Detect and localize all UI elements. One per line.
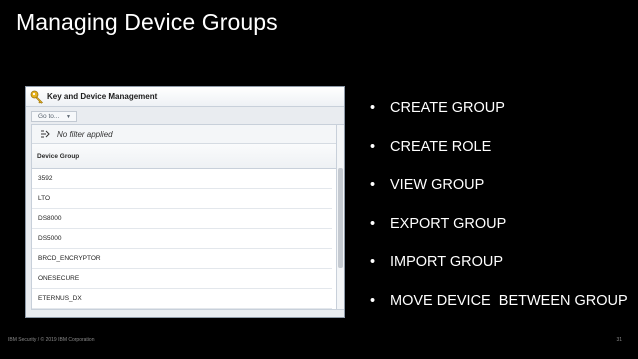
key-icon xyxy=(30,90,44,104)
row-label: BRCD_ENCRYPTOR xyxy=(38,255,101,262)
bullet-dot: • xyxy=(370,292,376,309)
device-group-table: No filter applied Device Group 3592 LTO … xyxy=(31,124,344,310)
row-label: ONESECURE xyxy=(38,275,80,282)
key-device-management-panel: Key and Device Management Go to... ▼ No … xyxy=(25,86,345,318)
bullet-item: • MOVE DEVICE BETWEEN GROUP xyxy=(369,293,631,310)
row-label: DS8000 xyxy=(38,215,62,222)
bullet-dot: • xyxy=(370,177,376,193)
feature-list: • CREATE GROUP • CREATE ROLE • VIEW GROUP •… xyxy=(369,100,631,331)
bullet-dot: • xyxy=(370,100,376,116)
column-header-label: Device Group xyxy=(37,152,80,160)
panel-header: Key and Device Management xyxy=(26,87,344,107)
row-label: LTO xyxy=(38,195,51,202)
chevron-down-icon: ▼ xyxy=(66,113,71,120)
column-header-device-group[interactable]: Device Group xyxy=(32,144,344,169)
table-row[interactable]: 3592 xyxy=(32,169,332,189)
filter-row[interactable]: No filter applied xyxy=(32,125,344,144)
footer-copyright: IBM Security / © 2019 IBM Corporation xyxy=(8,337,95,343)
bullet-item: • CREATE GROUP xyxy=(369,100,631,117)
vertical-scrollbar[interactable] xyxy=(336,125,344,309)
bullet-item: • CREATE ROLE xyxy=(369,139,631,156)
table-row[interactable]: LTO xyxy=(32,189,332,209)
row-label: DS5000 xyxy=(38,235,62,242)
bullet-text: EXPORT GROUP xyxy=(390,215,507,232)
bullet-text: CREATE GROUP xyxy=(390,100,505,116)
page-number: 31 xyxy=(616,337,622,343)
bullet-dot: • xyxy=(370,254,376,270)
table-row[interactable]: ONESECURE xyxy=(32,269,332,289)
bullet-text: CREATE ROLE xyxy=(390,138,492,155)
bullet-text: IMPORT GROUP xyxy=(390,254,504,270)
panel-body: Go to... ▼ No filter applied Device Grou… xyxy=(26,107,344,317)
bullet-item: • IMPORT GROUP xyxy=(369,254,631,271)
bullet-text: VIEW GROUP xyxy=(390,177,485,193)
slide-title: Managing Device Groups xyxy=(16,9,278,35)
table-row[interactable]: DS8000 xyxy=(32,209,332,229)
bullet-item: • VIEW GROUP xyxy=(369,177,631,194)
goto-dropdown[interactable]: Go to... ▼ xyxy=(31,111,77,122)
bullet-item: • EXPORT GROUP xyxy=(369,216,631,233)
bullet-dot: • xyxy=(370,138,376,155)
table-rows: 3592 LTO DS8000 DS5000 BRCD_ENCRYPTOR ON… xyxy=(32,169,344,309)
scrollbar-thumb[interactable] xyxy=(338,168,343,268)
table-row[interactable]: ETERNUS_DX xyxy=(32,289,332,309)
table-row[interactable]: DS5000 xyxy=(32,229,332,249)
goto-label: Go to... xyxy=(38,113,60,120)
bullet-text: MOVE DEVICE BETWEEN GROUP xyxy=(390,292,628,309)
row-label: 3592 xyxy=(38,175,53,182)
filter-icon xyxy=(40,129,50,139)
filter-status: No filter applied xyxy=(57,129,113,139)
panel-title: Key and Device Management xyxy=(47,92,158,101)
table-row[interactable]: BRCD_ENCRYPTOR xyxy=(32,249,332,269)
goto-bar: Go to... ▼ xyxy=(31,109,344,124)
bullet-dot: • xyxy=(370,215,376,232)
row-label: ETERNUS_DX xyxy=(38,295,82,302)
slide: Managing Device Groups Key and Device Ma… xyxy=(0,0,638,359)
